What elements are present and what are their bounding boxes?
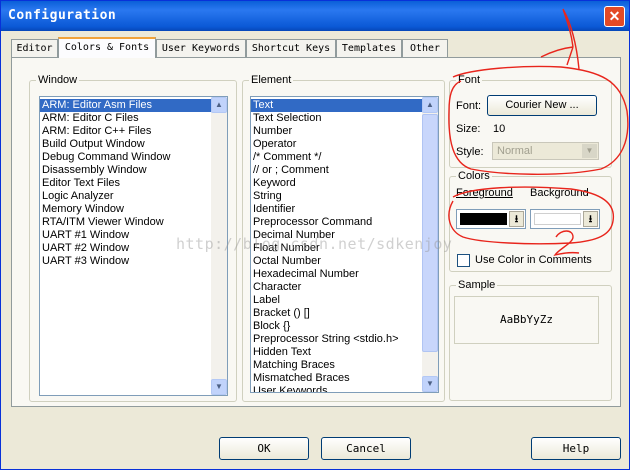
element-item[interactable]: Text Selection: [251, 112, 438, 125]
style-select[interactable]: Normal ▼: [492, 142, 599, 160]
element-item[interactable]: Text: [251, 99, 438, 112]
close-button[interactable]: ✕: [604, 6, 625, 27]
scrollbar-thumb[interactable]: [422, 114, 438, 352]
help-button[interactable]: Help: [531, 437, 621, 460]
window-item[interactable]: ARM: Editor C Files: [40, 112, 227, 125]
tab-editor[interactable]: Editor: [11, 39, 58, 57]
size-label: Size:: [456, 123, 481, 135]
tab-shortcut-keys[interactable]: Shortcut Keys: [246, 39, 336, 57]
foreground-color-select[interactable]: ⭳: [456, 209, 526, 229]
sample-preview: AaBbYyZz: [454, 296, 599, 344]
window-title: Configuration: [8, 8, 117, 23]
element-item[interactable]: /* Comment */: [251, 151, 438, 164]
element-item[interactable]: Label: [251, 294, 438, 307]
window-item[interactable]: Editor Text Files: [40, 177, 227, 190]
tab-user-keywords[interactable]: User Keywords: [156, 39, 246, 57]
window-item[interactable]: UART #1 Window: [40, 229, 227, 242]
window-item[interactable]: Debug Command Window: [40, 151, 227, 164]
tab-other[interactable]: Other: [402, 39, 448, 57]
window-list-scrollbar[interactable]: ▲ ▼: [211, 97, 227, 395]
element-item[interactable]: Float Number: [251, 242, 438, 255]
font-select-button[interactable]: Courier New ...: [487, 95, 597, 116]
element-item[interactable]: Hidden Text: [251, 346, 438, 359]
element-item[interactable]: Character: [251, 281, 438, 294]
element-item[interactable]: User Keywords: [251, 385, 438, 392]
element-item[interactable]: Preprocessor String <stdio.h>: [251, 333, 438, 346]
window-list[interactable]: ARM: Editor Asm Files ARM: Editor C Files…: [39, 96, 228, 396]
window-item[interactable]: ARM: Editor C++ Files: [40, 125, 227, 138]
background-color-select[interactable]: ⭳: [530, 209, 600, 229]
arrow-down-icon[interactable]: ⭳: [509, 211, 524, 227]
element-group-label: Element: [249, 74, 294, 86]
scroll-down-icon[interactable]: ▼: [422, 376, 438, 392]
element-item[interactable]: Bracket () []: [251, 307, 438, 320]
sample-group-label: Sample: [456, 279, 498, 291]
tab-colors-fonts[interactable]: Colors & Fonts: [58, 37, 156, 58]
window-item[interactable]: UART #3 Window: [40, 255, 227, 268]
element-item[interactable]: String: [251, 190, 438, 203]
font-group-label: Font: [456, 74, 483, 86]
window-item[interactable]: Disassembly Window: [40, 164, 227, 177]
element-item[interactable]: Number: [251, 125, 438, 138]
window-item[interactable]: UART #2 Window: [40, 242, 227, 255]
element-item[interactable]: Hexadecimal Number: [251, 268, 438, 281]
element-item[interactable]: Matching Braces: [251, 359, 438, 372]
cancel-button[interactable]: Cancel: [321, 437, 411, 460]
arrow-down-icon[interactable]: ⭳: [583, 211, 598, 227]
colors-group-label: Colors: [456, 170, 492, 182]
element-item[interactable]: Octal Number: [251, 255, 438, 268]
size-value: 10: [493, 123, 506, 135]
use-color-label: Use Color in Comments: [475, 254, 592, 266]
title-bar[interactable]: Configuration ✕: [1, 1, 629, 31]
configuration-dialog: Configuration ✕ Editor Colors & Fonts Us…: [0, 0, 630, 470]
background-color-swatch: [534, 213, 581, 225]
chevron-down-icon[interactable]: ▼: [582, 144, 597, 158]
background-label: Background: [530, 187, 589, 199]
window-item[interactable]: RTA/ITM Viewer Window: [40, 216, 227, 229]
element-item[interactable]: Block {}: [251, 320, 438, 333]
scroll-up-icon[interactable]: ▲: [211, 97, 227, 113]
window-item[interactable]: Memory Window: [40, 203, 227, 216]
window-item[interactable]: Logic Analyzer: [40, 190, 227, 203]
element-item[interactable]: Operator: [251, 138, 438, 151]
colors-fonts-panel: Window ARM: Editor Asm Files ARM: Editor …: [11, 57, 621, 407]
element-list-scrollbar[interactable]: ▲ ▼: [422, 97, 438, 392]
element-item[interactable]: Decimal Number: [251, 229, 438, 242]
element-item[interactable]: Identifier: [251, 203, 438, 216]
use-color-checkbox[interactable]: [457, 254, 470, 267]
element-list[interactable]: Text Text Selection Number Operator/* Comme…: [250, 96, 439, 393]
style-value: Normal: [497, 145, 533, 157]
element-item[interactable]: Preprocessor Command: [251, 216, 438, 229]
tab-templates[interactable]: Templates: [336, 39, 402, 57]
window-item[interactable]: Build Output Window: [40, 138, 227, 151]
window-item[interactable]: ARM: Editor Asm Files: [40, 99, 227, 112]
window-group-label: Window: [36, 74, 80, 86]
element-item[interactable]: Mismatched Braces: [251, 372, 438, 385]
style-label: Style:: [456, 146, 484, 158]
element-item[interactable]: Keyword: [251, 177, 438, 190]
foreground-color-swatch: [460, 213, 507, 225]
ok-button[interactable]: OK: [219, 437, 309, 460]
font-label: Font:: [456, 100, 482, 112]
element-item[interactable]: // or ; Comment: [251, 164, 438, 177]
scroll-down-icon[interactable]: ▼: [211, 379, 227, 395]
foreground-label: Foreground: [456, 187, 513, 199]
scroll-up-icon[interactable]: ▲: [422, 97, 438, 113]
